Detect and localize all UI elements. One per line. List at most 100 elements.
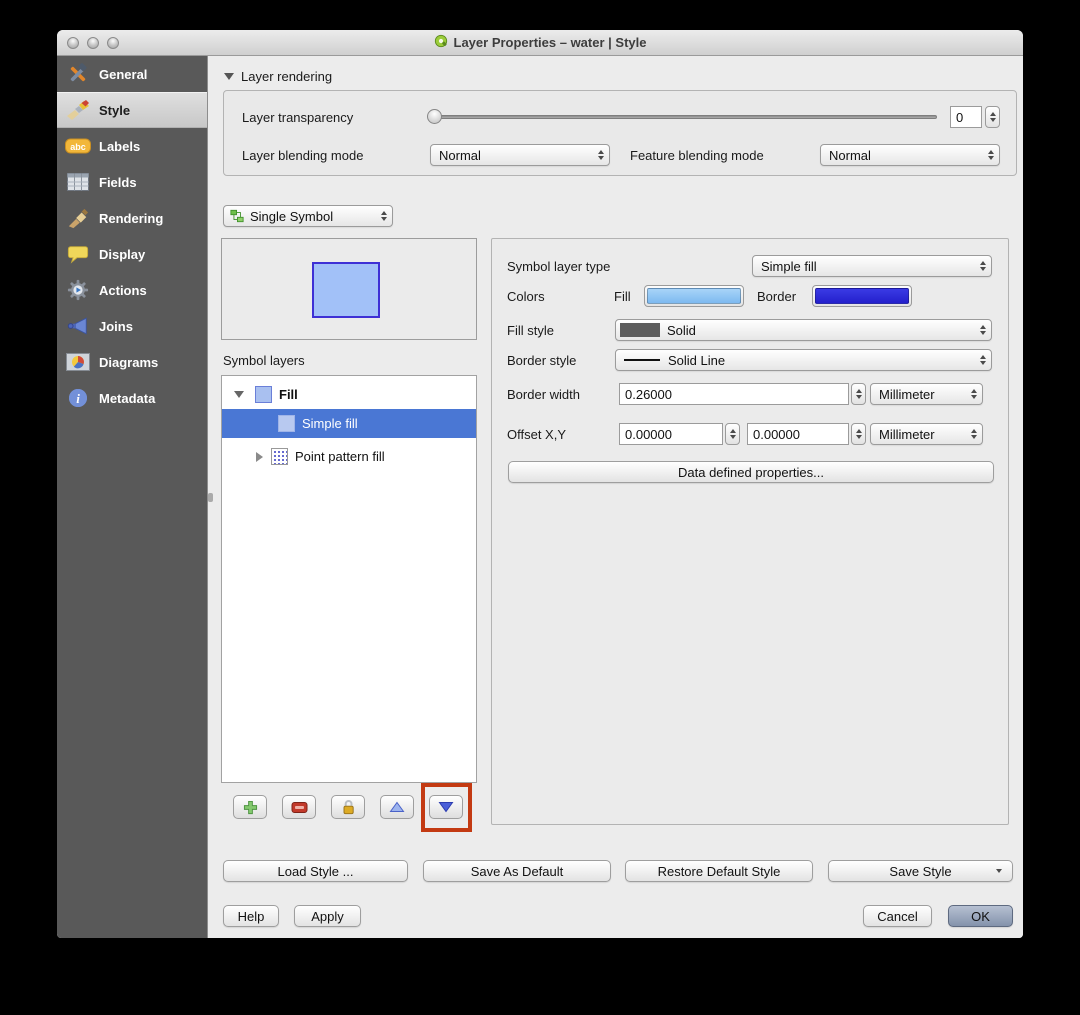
combo-arrows-icon bbox=[980, 320, 986, 340]
fill-style-label: Fill style bbox=[507, 323, 554, 338]
help-label: Help bbox=[238, 909, 265, 924]
symbol-layer-type-select[interactable]: Simple fill bbox=[752, 255, 992, 277]
cancel-button[interactable]: Cancel bbox=[863, 905, 932, 927]
fill-style-select[interactable]: Solid bbox=[615, 319, 992, 341]
load-style-button[interactable]: Load Style ... bbox=[223, 860, 408, 882]
apply-label: Apply bbox=[311, 909, 344, 924]
combo-arrows-icon bbox=[971, 384, 977, 404]
offset-unit-select[interactable]: Millimeter bbox=[870, 423, 983, 445]
tutorial-highlight-box bbox=[421, 783, 472, 832]
save-as-default-button[interactable]: Save As Default bbox=[423, 860, 611, 882]
border-width-field[interactable]: 0.26000 bbox=[619, 383, 849, 405]
remove-symbol-layer-button[interactable] bbox=[282, 795, 316, 819]
sidebar-item-style[interactable]: Style bbox=[57, 92, 207, 128]
title-bar: Layer Properties – water | Style bbox=[57, 30, 1023, 56]
tree-item-label: Simple fill bbox=[302, 416, 358, 431]
symbol-layers-tree: Fill Simple fill Point pattern fill bbox=[221, 375, 477, 783]
border-width-label: Border width bbox=[507, 387, 580, 402]
tree-item-point-pattern-fill[interactable]: Point pattern fill bbox=[222, 442, 476, 471]
sidebar-item-display[interactable]: Display bbox=[57, 236, 207, 272]
sidebar-item-label: Style bbox=[99, 103, 130, 118]
transparency-slider-track[interactable] bbox=[430, 115, 937, 119]
sidebar-item-general[interactable]: General bbox=[57, 56, 207, 92]
ok-label: OK bbox=[971, 909, 990, 924]
combo-arrows-icon bbox=[971, 424, 977, 444]
qgis-icon bbox=[434, 34, 448, 51]
expand-triangle-icon[interactable] bbox=[234, 391, 244, 398]
border-color-swatch bbox=[815, 288, 909, 304]
sidebar-item-fields[interactable]: Fields bbox=[57, 164, 207, 200]
plus-icon bbox=[243, 800, 258, 815]
sidebar-item-rendering[interactable]: Rendering bbox=[57, 200, 207, 236]
metadata-icon: i bbox=[65, 386, 91, 410]
joins-icon bbox=[65, 314, 91, 338]
tree-item-simple-fill[interactable]: Simple fill bbox=[222, 409, 476, 438]
transparency-slider-handle[interactable] bbox=[427, 109, 442, 124]
display-icon bbox=[65, 242, 91, 266]
sidebar-item-diagrams[interactable]: Diagrams bbox=[57, 344, 207, 380]
transparency-stepper[interactable] bbox=[985, 106, 1000, 128]
layer-rendering-collapse[interactable]: Layer rendering bbox=[224, 69, 332, 84]
renderer-select[interactable]: Single Symbol bbox=[223, 205, 393, 227]
tree-item-label: Fill bbox=[279, 387, 298, 402]
apply-button[interactable]: Apply bbox=[294, 905, 361, 927]
offset-label: Offset X,Y bbox=[507, 427, 566, 442]
offset-y-stepper[interactable] bbox=[851, 423, 866, 445]
fill-style-value: Solid bbox=[667, 323, 696, 338]
fill-color-button[interactable] bbox=[644, 285, 744, 307]
style-tab-content: Layer rendering Layer transparency 0 Lay… bbox=[207, 56, 1023, 938]
sidebar-item-label: General bbox=[99, 67, 147, 82]
solid-line-swatch-icon bbox=[624, 359, 660, 361]
collapsed-triangle-icon[interactable] bbox=[256, 452, 263, 462]
sidebar-item-metadata[interactable]: i Metadata bbox=[57, 380, 207, 416]
offset-x-field[interactable]: 0.00000 bbox=[619, 423, 723, 445]
sidebar-item-label: Rendering bbox=[99, 211, 163, 226]
tree-item-fill[interactable]: Fill bbox=[222, 380, 476, 409]
diagrams-icon bbox=[65, 350, 91, 374]
renderer-value: Single Symbol bbox=[250, 209, 333, 224]
layer-blending-select[interactable]: Normal bbox=[430, 144, 610, 166]
offset-x-stepper[interactable] bbox=[725, 423, 740, 445]
sidebar-item-label: Labels bbox=[99, 139, 140, 154]
sidebar-item-label: Metadata bbox=[99, 391, 155, 406]
zoom-window-button[interactable] bbox=[107, 37, 119, 49]
close-window-button[interactable] bbox=[67, 37, 79, 49]
fill-color-swatch bbox=[647, 288, 741, 304]
symbol-layer-type-label: Symbol layer type bbox=[507, 259, 610, 274]
move-up-button[interactable] bbox=[380, 795, 414, 819]
symbol-preview-square bbox=[312, 262, 380, 318]
help-button[interactable]: Help bbox=[223, 905, 279, 927]
combo-arrows-icon bbox=[598, 145, 604, 165]
sidebar-item-joins[interactable]: Joins bbox=[57, 308, 207, 344]
border-width-unit-select[interactable]: Millimeter bbox=[870, 383, 983, 405]
data-defined-properties-button[interactable]: Data defined properties... bbox=[508, 461, 994, 483]
minimize-window-button[interactable] bbox=[87, 37, 99, 49]
sidebar-item-label: Fields bbox=[99, 175, 137, 190]
splitter-handle[interactable] bbox=[208, 493, 213, 502]
simple-fill-swatch-icon bbox=[278, 415, 295, 432]
border-style-select[interactable]: Solid Line bbox=[615, 349, 992, 371]
actions-icon bbox=[65, 278, 91, 302]
sidebar-item-label: Display bbox=[99, 247, 145, 262]
sidebar-item-actions[interactable]: Actions bbox=[57, 272, 207, 308]
border-style-label: Border style bbox=[507, 353, 576, 368]
sidebar-item-labels[interactable]: abc Labels bbox=[57, 128, 207, 164]
transparency-value-field[interactable]: 0 bbox=[950, 106, 982, 128]
combo-arrows-icon bbox=[988, 145, 994, 165]
ok-button[interactable]: OK bbox=[948, 905, 1013, 927]
lock-icon bbox=[341, 799, 356, 815]
save-style-button[interactable]: Save Style bbox=[828, 860, 1013, 882]
offset-y-field[interactable]: 0.00000 bbox=[747, 423, 849, 445]
feature-blending-select[interactable]: Normal bbox=[820, 144, 1000, 166]
border-color-button[interactable] bbox=[812, 285, 912, 307]
style-icon bbox=[65, 98, 91, 122]
border-width-value: 0.26000 bbox=[625, 387, 672, 402]
restore-default-style-button[interactable]: Restore Default Style bbox=[625, 860, 813, 882]
add-symbol-layer-button[interactable] bbox=[233, 795, 267, 819]
border-width-unit: Millimeter bbox=[879, 387, 935, 402]
symbol-layer-properties-panel: Symbol layer type Simple fill Colors Fil… bbox=[491, 238, 1009, 825]
svg-text:abc: abc bbox=[70, 142, 86, 152]
up-arrow-icon bbox=[389, 801, 405, 813]
lock-color-button[interactable] bbox=[331, 795, 365, 819]
border-width-stepper[interactable] bbox=[851, 383, 866, 405]
